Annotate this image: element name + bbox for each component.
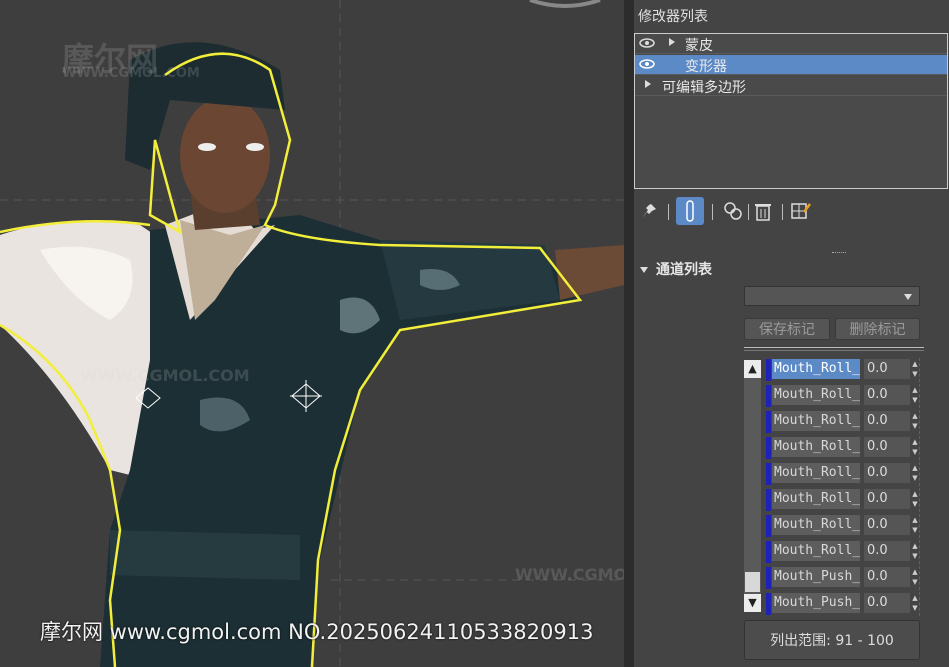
3d-viewport[interactable]: 摩尔网 WWW.CGMOL.COM WWW.CGMOL.COM WWW.CGMO… bbox=[0, 0, 624, 667]
channel-value-field[interactable]: 0.0 bbox=[864, 515, 910, 535]
channel-row[interactable]: Mouth_Roll_ 0.0 ▲ ▼ bbox=[766, 488, 926, 512]
eye-icon[interactable] bbox=[639, 58, 655, 70]
channel-name-button[interactable]: Mouth_Roll_ bbox=[772, 541, 860, 561]
channel-row[interactable]: Mouth_Push_ 0.0 ▲ ▼ bbox=[766, 592, 926, 616]
rollout-title: 通道列表 bbox=[656, 262, 712, 278]
channel-keyframe-marker bbox=[919, 592, 922, 616]
channel-row[interactable]: Mouth_Roll_ 0.0 ▲ ▼ bbox=[766, 410, 926, 434]
eye-icon[interactable] bbox=[639, 37, 655, 49]
marker-dropdown[interactable] bbox=[744, 286, 920, 306]
channel-value-field[interactable]: 0.0 bbox=[864, 437, 910, 457]
channel-row[interactable]: Mouth_Roll_ 0.0 ▲ ▼ bbox=[766, 436, 926, 460]
channel-name-button[interactable]: Mouth_Push_ bbox=[772, 567, 860, 587]
channel-list-rollout-header[interactable]: 通道列表 bbox=[640, 259, 712, 279]
channel-keyframe-marker bbox=[919, 410, 922, 434]
channel-indicator bbox=[766, 463, 771, 485]
modifier-stack[interactable]: 蒙皮 变形器 可编辑多边形 bbox=[634, 33, 948, 189]
scroll-thumb[interactable] bbox=[745, 572, 760, 592]
channel-keyframe-marker bbox=[919, 358, 922, 382]
channel-value-field[interactable]: 0.0 bbox=[864, 385, 910, 405]
pin-stack-icon[interactable] bbox=[636, 198, 662, 224]
separator-line bbox=[744, 347, 924, 351]
channel-name-button[interactable]: Mouth_Roll_ bbox=[772, 489, 860, 509]
channel-indicator bbox=[766, 515, 771, 537]
channel-value-field[interactable]: 0.0 bbox=[864, 463, 910, 483]
channel-value-field[interactable]: 0.0 bbox=[864, 541, 910, 561]
toolbar-separator bbox=[782, 204, 783, 220]
channel-indicator bbox=[766, 541, 771, 563]
channel-row[interactable]: Mouth_Roll_ 0.0 ▲ ▼ bbox=[766, 462, 926, 486]
channel-keyframe-marker bbox=[919, 462, 922, 486]
channel-indicator bbox=[766, 411, 771, 433]
modifier-label: 可编辑多边形 bbox=[662, 80, 746, 96]
channel-keyframe-marker bbox=[919, 514, 922, 538]
modify-panel: 修改器列表 蒙皮 变形器 可编辑多边形 通道列表 保存标记 删除标记 ▲ ▼ M… bbox=[634, 0, 949, 667]
channel-value-field[interactable]: 0.0 bbox=[864, 489, 910, 509]
channel-indicator bbox=[766, 489, 771, 511]
modifier-list-title[interactable]: 修改器列表 bbox=[638, 6, 708, 26]
bottom-watermark: 摩尔网 www.cgmol.com NO.2025062411053382091… bbox=[40, 620, 594, 644]
list-range-display: 列出范围: 91 - 100 bbox=[744, 620, 920, 660]
channel-indicator bbox=[766, 359, 771, 381]
channel-scrollbar[interactable]: ▲ ▼ bbox=[744, 360, 761, 612]
modifier-stack-toolbar bbox=[634, 197, 948, 228]
channel-value-field[interactable]: 0.0 bbox=[864, 593, 910, 613]
channel-value-field[interactable]: 0.0 bbox=[864, 567, 910, 587]
channel-name-button[interactable]: Mouth_Roll_ bbox=[772, 411, 860, 431]
channel-indicator bbox=[766, 437, 771, 459]
channel-name-button[interactable]: Mouth_Push_ bbox=[772, 593, 860, 613]
channel-value-field[interactable]: 0.0 bbox=[864, 411, 910, 431]
modifier-label: 变形器 bbox=[685, 59, 727, 75]
channel-indicator bbox=[766, 567, 771, 589]
save-marker-button[interactable]: 保存标记 bbox=[744, 318, 830, 340]
channel-row[interactable]: Mouth_Roll_ 0.0 ▲ ▼ bbox=[766, 514, 926, 538]
remove-modifier-icon[interactable] bbox=[750, 198, 776, 224]
channel-name-button[interactable]: Mouth_Roll_ bbox=[772, 359, 860, 379]
expand-arrow-icon[interactable] bbox=[645, 80, 651, 88]
make-unique-icon[interactable] bbox=[720, 198, 746, 224]
channel-keyframe-marker bbox=[919, 488, 922, 512]
channel-keyframe-marker bbox=[919, 436, 922, 460]
panel-divider[interactable] bbox=[624, 0, 634, 667]
channel-indicator bbox=[766, 385, 771, 407]
delete-marker-button[interactable]: 删除标记 bbox=[835, 318, 920, 340]
watermark-url: WWW.CGMOL.COM bbox=[515, 565, 624, 584]
viewcube-icon bbox=[529, 0, 601, 8]
channel-name-button[interactable]: Mouth_Roll_ bbox=[772, 463, 860, 483]
modifier-item-skin[interactable]: 蒙皮 bbox=[635, 34, 947, 54]
expand-arrow-icon[interactable] bbox=[669, 38, 675, 46]
toolbar-separator bbox=[668, 204, 669, 220]
channel-name-button[interactable]: Mouth_Roll_ bbox=[772, 385, 860, 405]
channel-keyframe-marker bbox=[919, 384, 922, 408]
channel-indicator bbox=[766, 593, 771, 615]
watermark-url: WWW.CGMOL.COM bbox=[80, 366, 250, 385]
configure-sets-icon[interactable] bbox=[788, 198, 814, 224]
modifier-label: 蒙皮 bbox=[685, 38, 713, 54]
rollout-grip[interactable] bbox=[832, 252, 846, 255]
channel-row[interactable]: Mouth_Roll_ 0.0 ▲ ▼ bbox=[766, 540, 926, 564]
chevron-down-icon bbox=[904, 294, 912, 300]
channel-keyframe-marker bbox=[919, 540, 922, 564]
toolbar-separator bbox=[712, 204, 713, 220]
channel-keyframe-marker bbox=[919, 566, 922, 590]
show-end-result-icon[interactable] bbox=[676, 197, 704, 225]
channel-value-field[interactable]: 0.0 bbox=[864, 359, 910, 379]
watermark-url: WWW.CGMOL.COM bbox=[62, 66, 200, 81]
collapse-arrow-icon bbox=[640, 267, 648, 273]
channel-row[interactable]: Mouth_Push_ 0.0 ▲ ▼ bbox=[766, 566, 926, 590]
modifier-item-morpher[interactable]: 变形器 bbox=[635, 55, 947, 75]
toolbar-separator bbox=[748, 204, 749, 220]
scroll-down-icon[interactable]: ▼ bbox=[744, 594, 761, 612]
channel-name-button[interactable]: Mouth_Roll_ bbox=[772, 437, 860, 457]
modifier-item-editable-poly[interactable]: 可编辑多边形 bbox=[635, 76, 947, 96]
channel-row[interactable]: Mouth_Roll_ 0.0 ▲ ▼ bbox=[766, 384, 926, 408]
channel-name-button[interactable]: Mouth_Roll_ bbox=[772, 515, 860, 535]
scroll-up-icon[interactable]: ▲ bbox=[744, 360, 761, 378]
channel-row[interactable]: Mouth_Roll_ 0.0 ▲ ▼ bbox=[766, 358, 926, 382]
